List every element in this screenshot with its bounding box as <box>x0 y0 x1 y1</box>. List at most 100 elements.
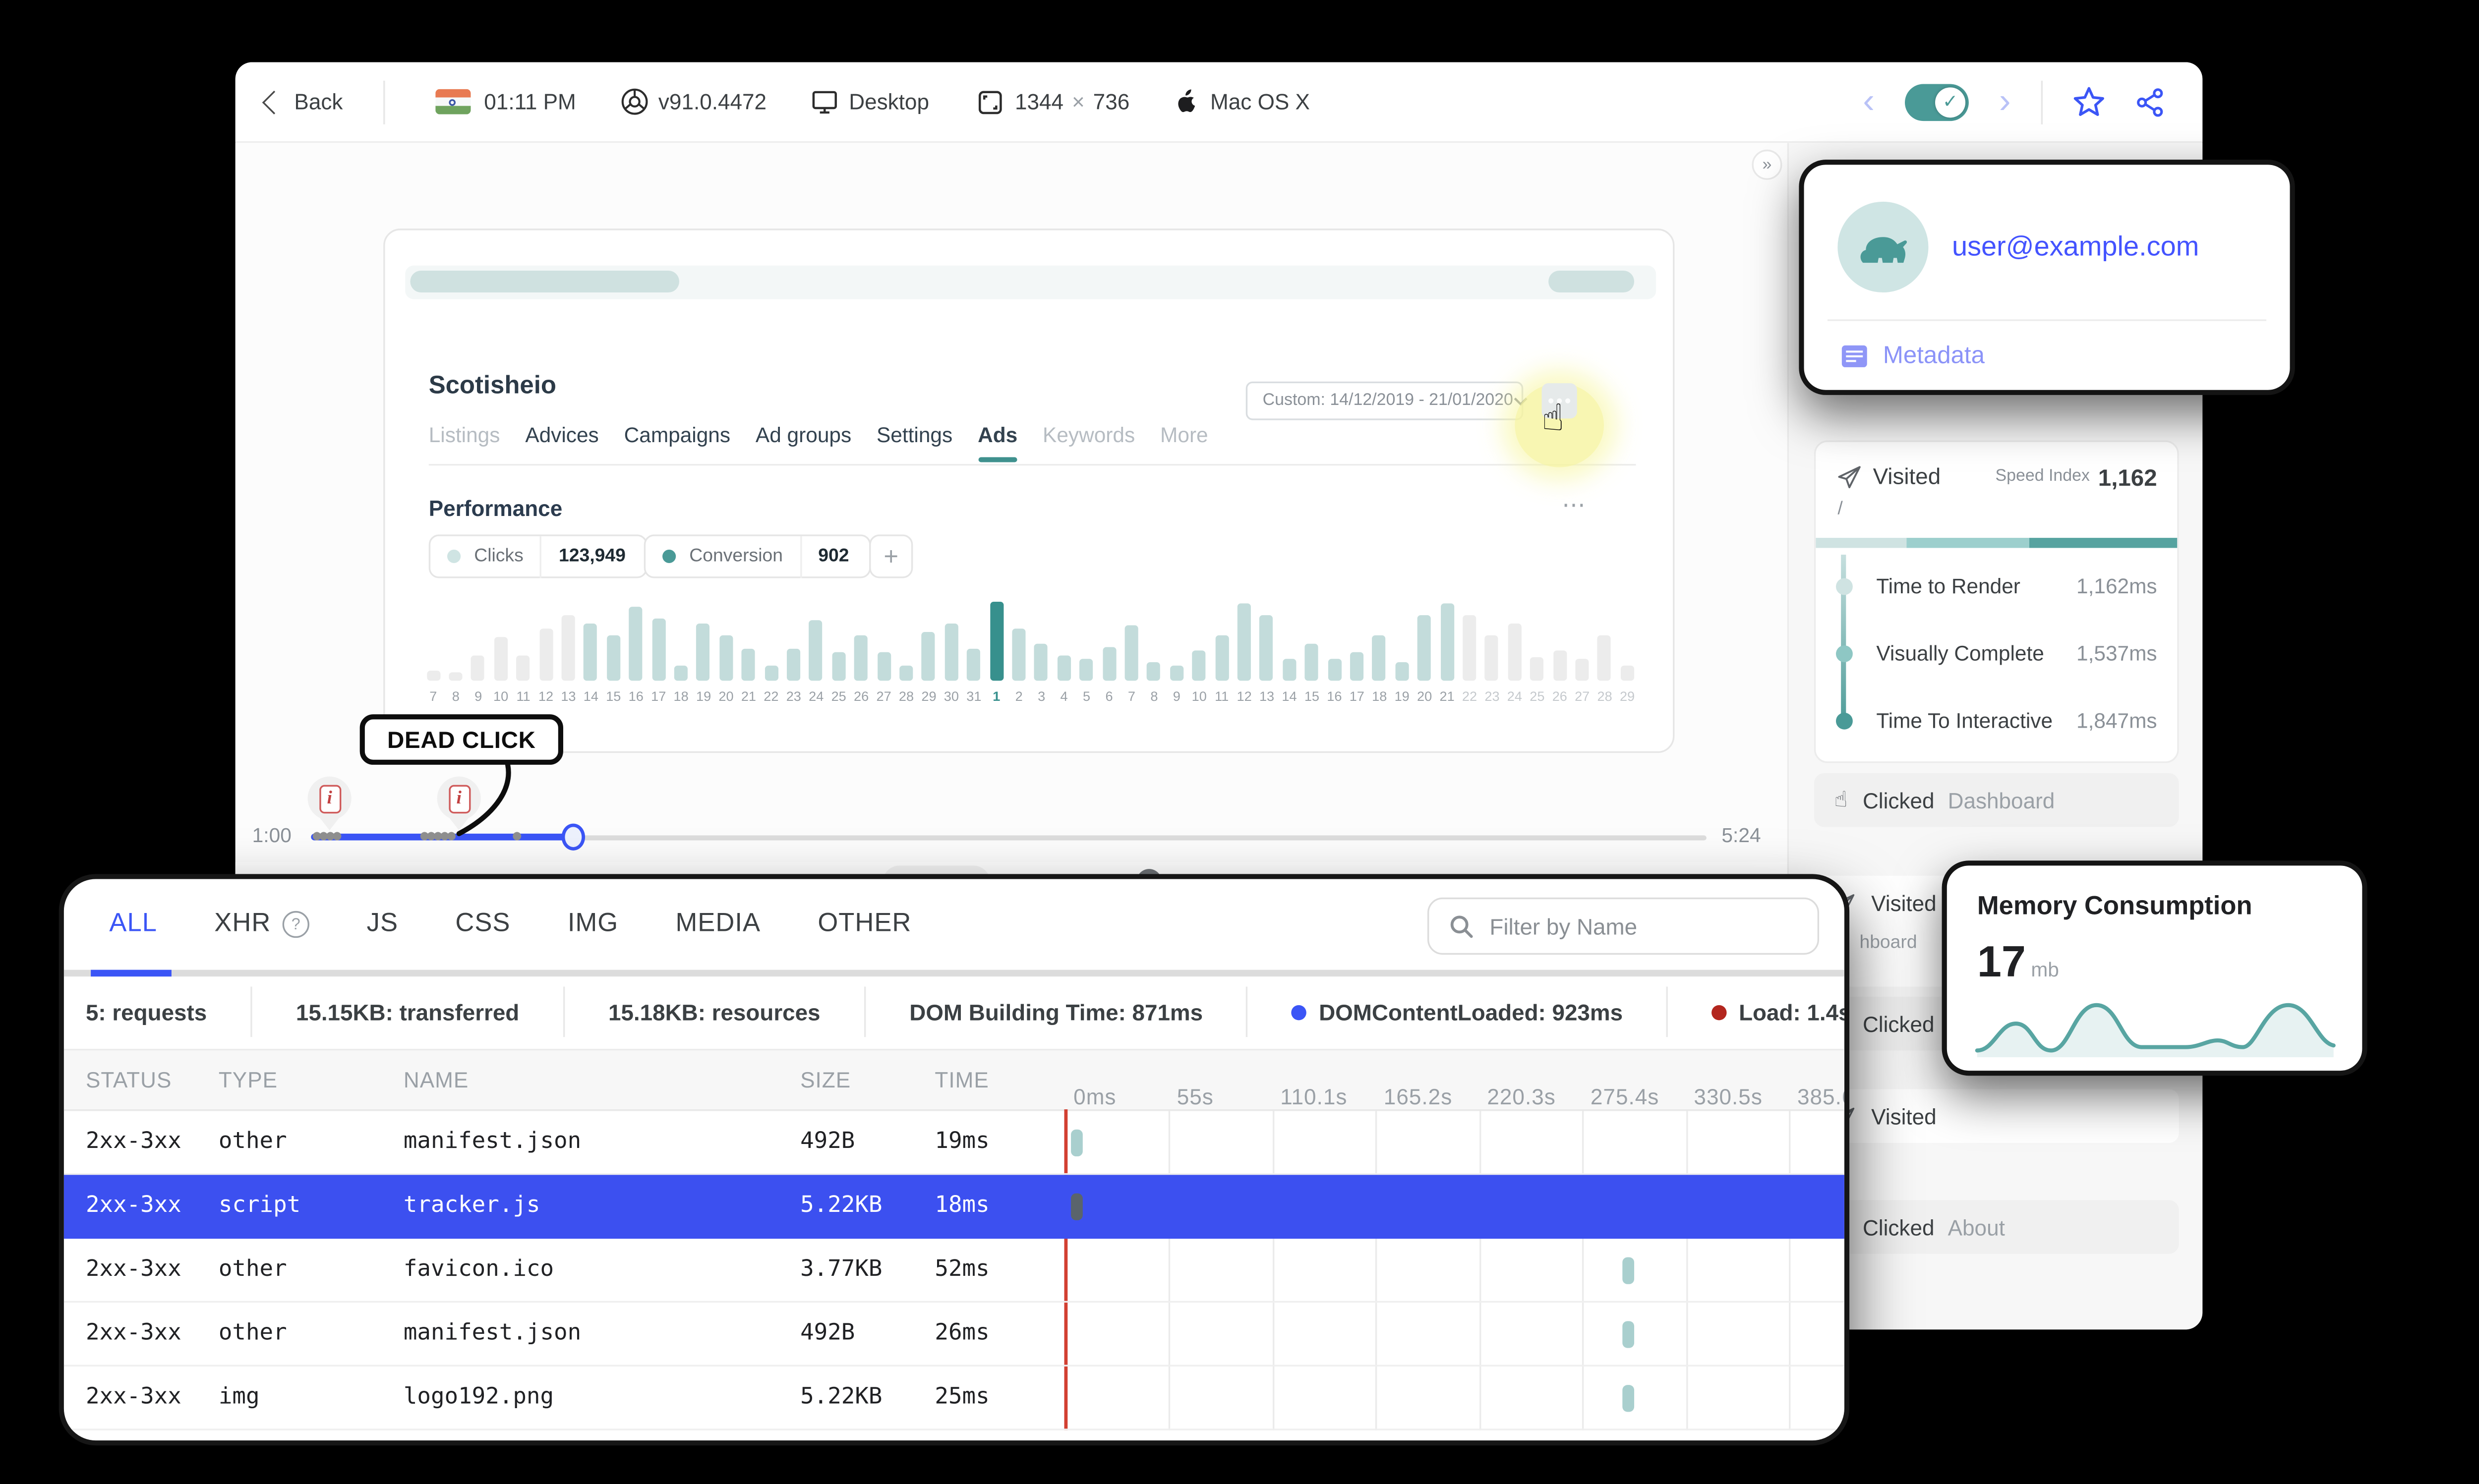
chart-bar <box>516 654 530 681</box>
chart-bar <box>1552 650 1566 681</box>
chart-axis-label: 24 <box>809 689 824 704</box>
chart-bar <box>1259 616 1273 681</box>
waterfall-bar <box>1622 1321 1634 1348</box>
playhead-handle[interactable] <box>561 823 586 851</box>
add-metric-button[interactable]: + <box>869 534 913 578</box>
chart-bar-group: 7 <box>422 583 444 704</box>
metric-value: 1,537ms <box>2076 642 2157 666</box>
visited-path: / <box>1837 499 1843 519</box>
chart-bar-group: 6 <box>1098 583 1120 704</box>
cell-status: 2xx-3xx <box>85 1319 181 1347</box>
visited-event-card[interactable]: Visited Speed Index 1,162 / Time to Rend… <box>1814 440 2179 763</box>
waterfall-bar <box>1622 1257 1634 1284</box>
chart-bar <box>967 649 981 681</box>
chart-bar-group: 12 <box>1233 583 1255 704</box>
event-row-visited[interactable]: Visited <box>1814 1089 2179 1143</box>
date-range-select[interactable]: Custom: 14/12/2019 - 21/01/2020 <box>1245 381 1528 420</box>
chart-axis-label: 14 <box>583 689 598 704</box>
bookmark-star-button[interactable] <box>2073 86 2105 117</box>
chart-axis-label: 25 <box>1530 689 1545 704</box>
page-tab-listings[interactable]: Listings <box>429 424 500 447</box>
chart-axis-label: 17 <box>651 689 666 704</box>
help-icon[interactable]: ? <box>283 911 310 938</box>
page-skeleton-pill <box>410 270 679 293</box>
chart-bar-group: 14 <box>580 583 602 704</box>
network-request-row[interactable]: 2xx-3xx other favicon.ico 3.77KB 52ms <box>63 1239 1844 1303</box>
collapse-sidebar-button[interactable]: » <box>1752 149 1782 180</box>
chart-bar-group: 7 <box>1121 583 1143 704</box>
network-rows: 2xx-3xx other manifest.json 492B 19ms 2xx-3xx… <box>63 1111 1844 1430</box>
network-tab-xhr[interactable]: XHR? <box>214 910 310 940</box>
metric-dot <box>1835 712 1852 730</box>
network-request-row[interactable]: 2xx-3xx other manifest.json 492B 19ms <box>63 1111 1844 1175</box>
annotation-tail <box>456 762 511 837</box>
resolution-info: 1344 × 736 <box>976 88 1129 115</box>
previous-session-button[interactable]: ‹ <box>1863 84 1875 119</box>
chart-bar-group: 12 <box>534 583 557 704</box>
next-session-button[interactable]: › <box>1999 84 2011 119</box>
chart-bar <box>989 601 1003 681</box>
chart-bar <box>1079 658 1093 681</box>
metric-chip-conversion[interactable]: Conversion 902 <box>644 534 871 578</box>
metric-label: Visually Complete <box>1876 642 2044 666</box>
waterfall-column-label: 110.1s <box>1280 1084 1348 1110</box>
network-tab-media[interactable]: MEDIA <box>675 910 761 940</box>
network-tab-other[interactable]: OTHER <box>818 910 911 940</box>
divider <box>428 463 1636 466</box>
timeline-track[interactable] <box>573 834 1707 840</box>
progress-segment <box>1816 538 1906 548</box>
chart-bar <box>1485 634 1499 681</box>
divider <box>383 80 385 124</box>
page-tab-settings[interactable]: Settings <box>877 424 952 447</box>
chart-bar <box>764 665 778 681</box>
page-tab-ads[interactable]: Ads <box>978 424 1017 462</box>
os-info: Mac OS X <box>1173 87 1310 116</box>
user-card: user@example.com Metadata <box>1799 160 2295 395</box>
metric-chip-clicks[interactable]: Clicks 123,949 <box>428 534 648 578</box>
cell-time: 25ms <box>935 1383 990 1411</box>
issue-marker-icon[interactable]: i <box>307 776 352 831</box>
chart-bar <box>584 623 597 681</box>
chart-bar <box>719 634 733 681</box>
user-email[interactable]: user@example.com <box>1952 232 2199 264</box>
network-tab-js[interactable]: JS <box>367 910 398 940</box>
cell-time: 26ms <box>935 1319 990 1347</box>
chart-bar-group: 23 <box>782 583 805 704</box>
back-button[interactable]: Back <box>262 89 343 114</box>
chart-bar <box>1507 624 1521 681</box>
page-tab-campaigns[interactable]: Campaigns <box>624 424 730 447</box>
search-input[interactable] <box>1489 913 1818 939</box>
page-tab-advices[interactable]: Advices <box>525 424 598 447</box>
session-time: 01:11 PM <box>484 89 576 114</box>
network-request-row[interactable]: 2xx-3xx img logo192.png 5.22KB 25ms <box>63 1367 1844 1430</box>
metadata-button[interactable]: Metadata <box>1841 343 1985 370</box>
event-row-clicked-about[interactable]: ☝ Clicked About <box>1814 1200 2179 1254</box>
chart-bar-group: 10 <box>489 583 512 704</box>
share-button[interactable] <box>2135 87 2166 117</box>
event-row-clicked-dashboard[interactable]: ☝ Clicked Dashboard <box>1814 773 2179 827</box>
page-tab-keywords[interactable]: Keywords <box>1043 424 1135 447</box>
chart-bar <box>561 616 575 681</box>
autoplay-toggle[interactable]: ✓ <box>1905 83 1969 120</box>
filter-field[interactable] <box>1427 897 1820 955</box>
chart-axis-label: 4 <box>1060 689 1068 704</box>
metric-row: Visually Complete 1,537ms <box>1816 637 2177 671</box>
page-tab-more[interactable]: More <box>1160 424 1208 447</box>
network-tab-img[interactable]: IMG <box>568 910 618 940</box>
network-tab-css[interactable]: CSS <box>455 910 510 940</box>
chart-bar <box>696 623 710 681</box>
app: Back 01:11 PM v91.0.4472 Desktop 1344 × … <box>0 0 2479 1484</box>
network-request-row[interactable]: 2xx-3xx script tracker.js 5.22KB 18ms <box>63 1175 1844 1239</box>
event-target: Dashboard <box>1948 787 2055 813</box>
section-more-button[interactable]: ⋯ <box>1562 491 1587 519</box>
network-request-row[interactable]: 2xx-3xx other manifest.json 492B 26ms <box>63 1303 1844 1367</box>
chart-axis-label: 16 <box>1327 689 1342 704</box>
chart-axis-label: 30 <box>944 689 959 704</box>
network-tab-all[interactable]: ALL <box>109 910 157 940</box>
chart-bar-group: 31 <box>963 583 985 704</box>
resolution-width: 1344 <box>1014 89 1064 114</box>
page-tab-ad-groups[interactable]: Ad groups <box>756 424 851 447</box>
chart-bar-group: 15 <box>1300 583 1323 704</box>
chart-bar <box>1147 662 1161 681</box>
chart-bar-group: 28 <box>895 583 917 704</box>
